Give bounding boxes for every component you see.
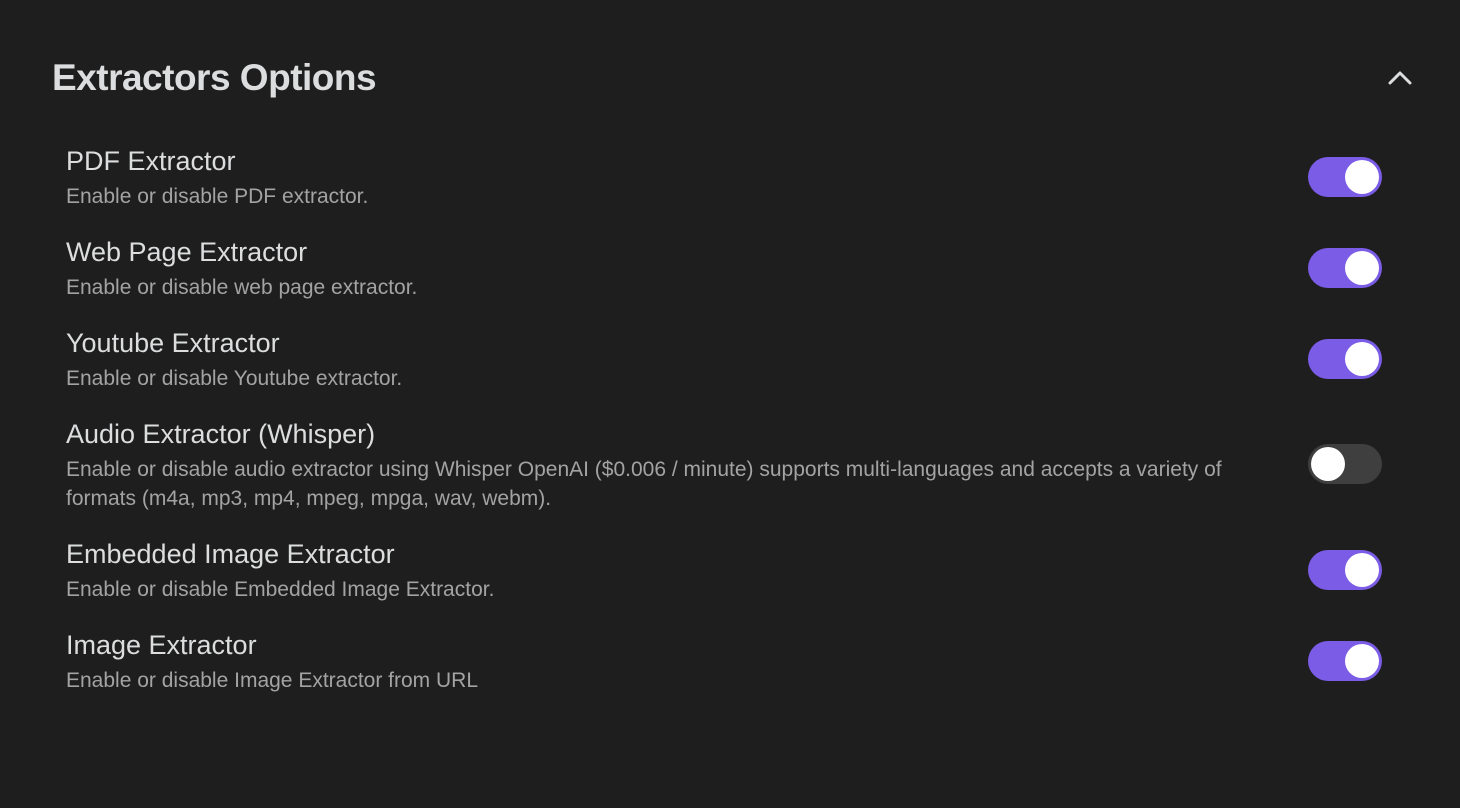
- collapse-button[interactable]: [1380, 58, 1420, 98]
- image-extractor-toggle[interactable]: [1308, 640, 1382, 681]
- toggle-knob: [1345, 643, 1379, 678]
- embedded-image-extractor-toggle[interactable]: [1308, 549, 1382, 590]
- setting-image-extractor: Image Extractor Enable or disable Image …: [66, 626, 1382, 695]
- setting-description: Enable or disable Embedded Image Extract…: [66, 578, 495, 601]
- section-header: Extractors Options: [52, 52, 1412, 104]
- section-title: Extractors Options: [52, 57, 377, 98]
- pdf-extractor-toggle[interactable]: [1308, 156, 1382, 197]
- setting-info: Youtube Extractor Enable or disable Yout…: [66, 324, 1308, 393]
- settings-list: PDF Extractor Enable or disable PDF extr…: [66, 142, 1382, 717]
- toggle-knob: [1345, 552, 1379, 587]
- youtube-extractor-toggle[interactable]: [1308, 338, 1382, 379]
- toggle-knob: [1345, 159, 1379, 194]
- setting-name: Youtube Extractor: [66, 328, 280, 358]
- setting-web-page-extractor: Web Page Extractor Enable or disable web…: [66, 233, 1382, 302]
- setting-description: Enable or disable Youtube extractor.: [66, 367, 403, 390]
- chevron-up-icon: [1388, 71, 1412, 85]
- toggle-knob: [1311, 447, 1345, 481]
- toggle-knob: [1345, 250, 1379, 285]
- setting-youtube-extractor: Youtube Extractor Enable or disable Yout…: [66, 324, 1382, 393]
- setting-description: Enable or disable Image Extractor from U…: [66, 669, 479, 692]
- setting-name: Web Page Extractor: [66, 237, 308, 267]
- extractors-options-panel: Extractors Options PDF Extractor Enable …: [0, 0, 1460, 808]
- toggle-knob: [1345, 341, 1379, 376]
- setting-info: Image Extractor Enable or disable Image …: [66, 626, 1308, 695]
- setting-description: Enable or disable web page extractor.: [66, 276, 418, 299]
- setting-name: PDF Extractor: [66, 146, 236, 176]
- setting-info: Web Page Extractor Enable or disable web…: [66, 233, 1308, 302]
- web-page-extractor-toggle[interactable]: [1308, 247, 1382, 288]
- setting-audio-extractor: Audio Extractor (Whisper) Enable or disa…: [66, 415, 1382, 513]
- setting-info: Embedded Image Extractor Enable or disab…: [66, 535, 1308, 604]
- setting-name: Embedded Image Extractor: [66, 539, 395, 569]
- setting-info: PDF Extractor Enable or disable PDF extr…: [66, 142, 1308, 211]
- setting-description: Enable or disable audio extractor using …: [66, 458, 1222, 510]
- setting-name: Image Extractor: [66, 630, 257, 660]
- setting-name: Audio Extractor (Whisper): [66, 419, 376, 449]
- setting-description: Enable or disable PDF extractor.: [66, 185, 369, 208]
- setting-info: Audio Extractor (Whisper) Enable or disa…: [66, 415, 1308, 513]
- audio-extractor-toggle[interactable]: [1308, 444, 1382, 484]
- setting-embedded-image-extractor: Embedded Image Extractor Enable or disab…: [66, 535, 1382, 604]
- setting-pdf-extractor: PDF Extractor Enable or disable PDF extr…: [66, 142, 1382, 211]
